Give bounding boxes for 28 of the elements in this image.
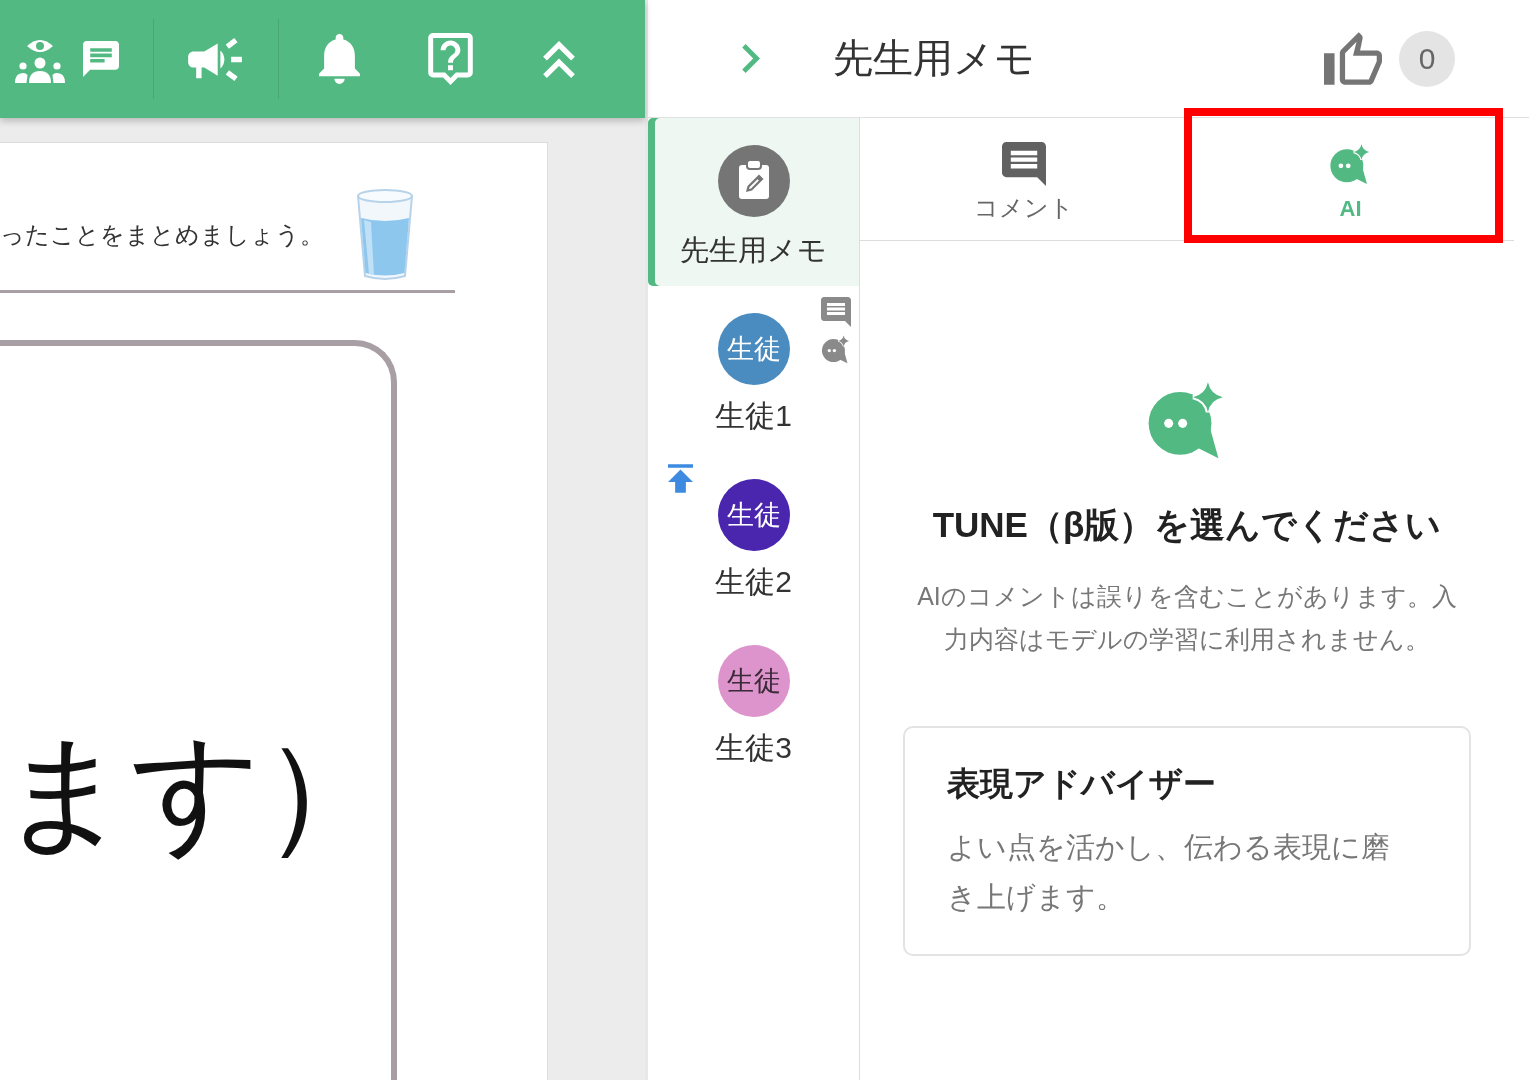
card-title: 表現アドバイザー <box>947 764 1217 804</box>
clipboard-pencil-icon <box>717 145 790 217</box>
instruction-text: ったことをまとめましょう。 <box>0 220 324 250</box>
chat-icon[interactable] <box>83 41 119 77</box>
double-chevron-up-icon[interactable] <box>543 40 575 78</box>
tab[interactable]: コメント <box>860 118 1187 240</box>
pane-heading: TUNE（β版）を選んでください <box>932 505 1442 545</box>
move-to-top-icon[interactable] <box>668 464 693 493</box>
card-description: よい点を活かし、伝わる表現に磨き上げます。 <box>947 830 1391 915</box>
student-item[interactable]: 生徒 生徒3 <box>648 618 859 784</box>
student-avatar: 生徒 <box>717 313 790 385</box>
help-icon[interactable] <box>428 33 473 85</box>
advisor-card[interactable]: 表現アドバイザー よい点を活かし、伝わる表現に磨き上げます。 <box>903 726 1471 956</box>
like-count-badge: 0 <box>1399 30 1455 87</box>
thumbs-up-icon[interactable] <box>1324 32 1382 85</box>
student-avatar: 生徒 <box>717 645 790 717</box>
glass-of-water-icon <box>355 187 415 283</box>
megaphone-icon[interactable] <box>188 37 242 81</box>
ai-chat-icon <box>1329 142 1372 185</box>
bell-icon[interactable] <box>319 34 360 84</box>
chevron-right-icon[interactable] <box>742 44 760 73</box>
disclaimer-text: AIのコメントは誤りを含むことがあります。入力内容はモデルの学習に利用されません。 <box>916 581 1458 655</box>
student-item[interactable]: 生徒 生徒2 <box>648 452 859 618</box>
sidebar-item[interactable]: 先生用メモ <box>648 118 859 286</box>
student-avatar: 生徒 <box>717 479 790 551</box>
student-item[interactable]: 生徒 生徒1 <box>648 286 859 452</box>
comment-icon <box>1001 142 1046 186</box>
panel-title: 先生用メモ <box>833 35 1035 82</box>
